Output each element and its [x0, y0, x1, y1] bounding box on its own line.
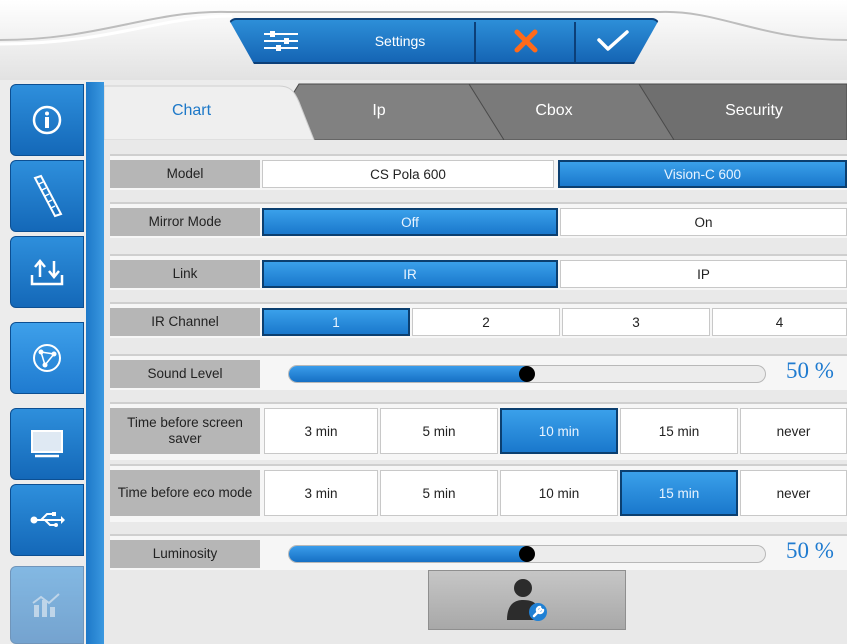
- eco-15min[interactable]: 15 min: [620, 470, 738, 516]
- page-title: Settings: [374, 33, 426, 49]
- ir-channel-row: IR Channel 1 2 3 4: [110, 302, 847, 338]
- model-option-cs-pola[interactable]: CS Pola 600: [262, 160, 554, 188]
- ir-channel-2[interactable]: 2: [412, 308, 560, 336]
- ir-channel-3[interactable]: 3: [562, 308, 710, 336]
- sound-level-fill: [289, 366, 527, 382]
- chart-icon: [32, 593, 60, 617]
- ir-channel-1[interactable]: 1: [262, 308, 410, 336]
- screensaver-15min[interactable]: 15 min: [620, 408, 738, 454]
- sidebar-item-display[interactable]: [10, 408, 84, 480]
- link-ir[interactable]: IR: [262, 260, 558, 288]
- cancel-button[interactable]: [478, 18, 574, 64]
- user-wrench-icon: [507, 579, 547, 621]
- mirror-mode-off[interactable]: Off: [262, 208, 558, 236]
- divider: [574, 22, 576, 62]
- eco-never[interactable]: never: [740, 470, 847, 516]
- sidebar-item-usb[interactable]: [10, 484, 84, 556]
- sidebar-item-ruler[interactable]: [10, 160, 84, 232]
- luminosity-label: Luminosity: [110, 540, 260, 568]
- close-icon: [514, 29, 538, 53]
- link-row: Link IR IP: [110, 254, 847, 290]
- tab-label: Ip: [372, 102, 386, 119]
- model-row: Model CS Pola 600 Vision-C 600: [110, 154, 847, 190]
- sound-level-row: Sound Level 50 %: [110, 354, 847, 390]
- sidebar-item-statistics[interactable]: [10, 566, 84, 644]
- sidebar-item-info[interactable]: [10, 84, 84, 156]
- mirror-mode-label: Mirror Mode: [110, 208, 260, 236]
- screensaver-5min[interactable]: 5 min: [380, 408, 498, 454]
- confirm-button[interactable]: [578, 18, 648, 64]
- eco-10min[interactable]: 10 min: [500, 470, 618, 516]
- model-label: Model: [110, 160, 260, 188]
- sliders-button[interactable]: [246, 18, 316, 64]
- tab-cbox[interactable]: Cbox: [469, 82, 639, 140]
- ir-channel-label: IR Channel: [110, 308, 260, 336]
- tab-bar: Chart Ip Cbox Security: [104, 82, 847, 140]
- mirror-mode-row: Mirror Mode Off On: [110, 202, 847, 238]
- link-ip[interactable]: IP: [560, 260, 847, 288]
- transfer-icon: [30, 259, 64, 286]
- network-icon: [33, 344, 61, 372]
- tab-label: Security: [725, 102, 783, 119]
- link-label: Link: [110, 260, 260, 288]
- tab-label: Cbox: [535, 102, 573, 119]
- luminosity-handle[interactable]: [519, 546, 535, 562]
- eco-3min[interactable]: 3 min: [264, 470, 378, 516]
- sidebar-item-transfer[interactable]: [10, 236, 84, 308]
- usb-icon: [30, 512, 65, 527]
- mirror-mode-on[interactable]: On: [560, 208, 847, 236]
- luminosity-row: Luminosity 50 %: [110, 534, 847, 570]
- eco-5min[interactable]: 5 min: [380, 470, 498, 516]
- sound-level-value: 50 %: [786, 358, 834, 383]
- luminosity-value: 50 %: [786, 538, 834, 563]
- tab-chart[interactable]: Chart: [104, 82, 279, 140]
- monitor-icon: [31, 430, 63, 458]
- screensaver-never[interactable]: never: [740, 408, 847, 454]
- eco-mode-row: Time before eco mode 3 min 5 min 10 min …: [110, 464, 847, 522]
- sound-level-handle[interactable]: [519, 366, 535, 382]
- user-settings-button[interactable]: [428, 570, 626, 630]
- check-icon: [597, 30, 629, 51]
- screensaver-label: Time before screen saver: [110, 408, 260, 454]
- luminosity-fill: [289, 546, 527, 562]
- sidebar-item-network[interactable]: [10, 322, 84, 394]
- model-option-vision-c[interactable]: Vision-C 600: [558, 160, 847, 188]
- eco-mode-label: Time before eco mode: [110, 470, 260, 516]
- ir-channel-4[interactable]: 4: [712, 308, 847, 336]
- settings-panel: Model CS Pola 600 Vision-C 600 Mirror Mo…: [104, 140, 847, 644]
- screensaver-3min[interactable]: 3 min: [264, 408, 378, 454]
- screensaver-row: Time before screen saver 3 min 5 min 10 …: [110, 402, 847, 460]
- screensaver-10min[interactable]: 10 min: [500, 408, 618, 454]
- divider: [474, 22, 476, 62]
- sound-level-label: Sound Level: [110, 360, 260, 388]
- sliders-icon: [264, 31, 298, 51]
- tab-security[interactable]: Security: [669, 82, 839, 140]
- tab-ip[interactable]: Ip: [294, 82, 464, 140]
- tab-label: Chart: [171, 102, 212, 119]
- info-icon: [32, 105, 62, 135]
- ruler-icon: [33, 174, 63, 218]
- sidebar-rail: [86, 82, 104, 644]
- settings-title: Settings: [340, 18, 460, 64]
